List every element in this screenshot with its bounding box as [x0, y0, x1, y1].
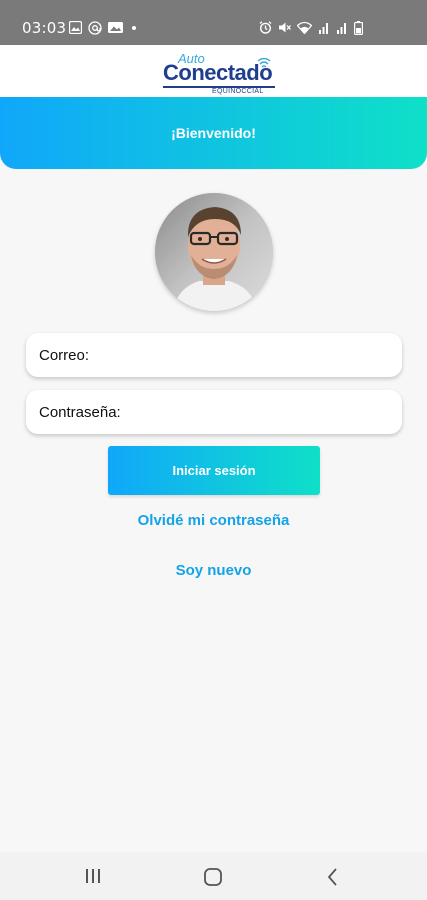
password-field[interactable]: Contraseña:	[26, 390, 402, 434]
mute-icon	[279, 22, 291, 33]
new-user-link[interactable]: Soy nuevo	[0, 562, 427, 579]
back-icon[interactable]	[326, 867, 340, 887]
email-label: Correo:	[39, 346, 90, 364]
status-bar: 03:03	[0, 0, 427, 45]
dot-icon	[132, 25, 136, 30]
password-label: Contraseña:	[39, 403, 121, 421]
app-header: Auto Conectado EQUINOCCIAL	[0, 45, 427, 97]
logo-sub-text: EQUINOCCIAL	[212, 88, 264, 95]
signal-icon	[319, 23, 328, 34]
at-sign-icon	[88, 20, 102, 35]
status-left-icons	[69, 20, 139, 35]
status-right-icons	[259, 20, 363, 35]
email-field[interactable]: Correo:	[26, 333, 402, 377]
battery-icon	[354, 20, 363, 35]
welcome-title: ¡Bienvenido!	[171, 125, 256, 141]
wifi-icon	[297, 21, 312, 34]
nav-bar	[0, 852, 427, 900]
signal-icon	[337, 23, 346, 34]
logo-main-text: Conectado	[163, 60, 273, 85]
login-button[interactable]: Iniciar sesión	[108, 446, 320, 495]
alarm-icon	[259, 21, 272, 34]
forgot-password-link[interactable]: Olvidé mi contraseña	[0, 512, 427, 529]
recent-apps-icon[interactable]	[84, 868, 102, 884]
home-icon[interactable]	[203, 867, 223, 887]
image-icon	[69, 21, 82, 34]
welcome-banner: ¡Bienvenido!	[0, 97, 427, 169]
avatar-photo	[155, 193, 273, 311]
status-time: 03:03	[22, 19, 67, 37]
app-logo: Auto Conectado EQUINOCCIAL	[160, 52, 280, 95]
avatar[interactable]	[155, 193, 273, 311]
gallery-icon	[108, 22, 123, 33]
